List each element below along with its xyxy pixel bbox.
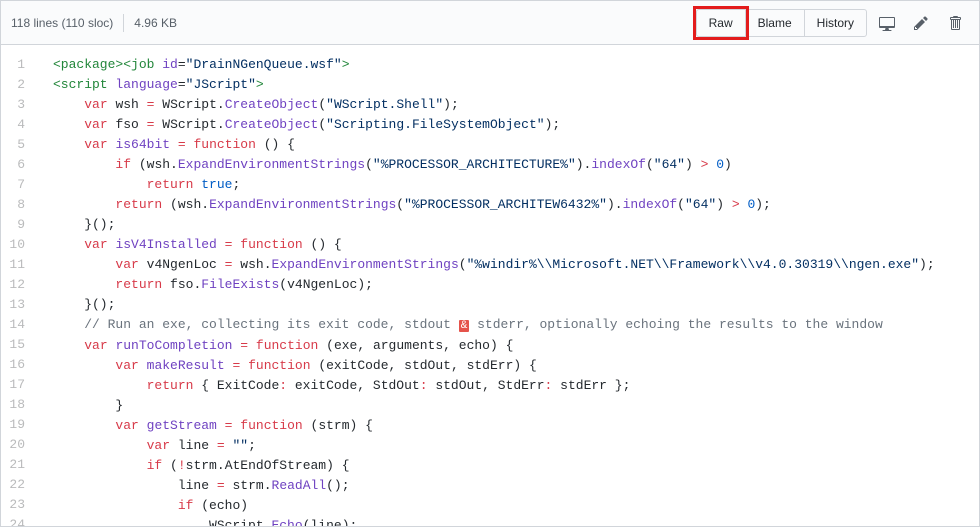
history-button-label: History bbox=[817, 16, 854, 30]
line-number[interactable]: 22 bbox=[1, 475, 35, 495]
raw-button[interactable]: Raw bbox=[696, 9, 746, 37]
code-line: }(); bbox=[43, 295, 979, 315]
line-number[interactable]: 20 bbox=[1, 435, 35, 455]
code-line: line = strm.ReadAll(); bbox=[43, 476, 979, 496]
line-number[interactable]: 21 bbox=[1, 455, 35, 475]
line-number[interactable]: 5 bbox=[1, 135, 35, 155]
line-number[interactable]: 13 bbox=[1, 295, 35, 315]
code-line: var isV4Installed = function () { bbox=[43, 235, 979, 255]
code-line: var runToCompletion = function (exe, arg… bbox=[43, 336, 979, 356]
pencil-icon[interactable] bbox=[907, 9, 935, 37]
line-number[interactable]: 15 bbox=[1, 335, 35, 355]
code-line: <package><job id="DrainNGenQueue.wsf"> bbox=[43, 55, 979, 75]
file-size: 4.96 KB bbox=[134, 16, 177, 30]
raw-button-label: Raw bbox=[709, 16, 733, 30]
line-number[interactable]: 1 bbox=[1, 55, 35, 75]
code-line: return (wsh.ExpandEnvironmentStrings("%P… bbox=[43, 195, 979, 215]
code-line: return true; bbox=[43, 175, 979, 195]
line-number[interactable]: 9 bbox=[1, 215, 35, 235]
code-line: } bbox=[43, 396, 979, 416]
blame-button-label: Blame bbox=[758, 16, 792, 30]
line-number[interactable]: 23 bbox=[1, 495, 35, 515]
file-info: 118 lines (110 sloc) 4.96 KB bbox=[11, 14, 177, 32]
line-number[interactable]: 3 bbox=[1, 95, 35, 115]
trash-icon[interactable] bbox=[941, 9, 969, 37]
code-line: // Run an exe, collecting its exit code,… bbox=[43, 315, 979, 336]
line-number[interactable]: 10 bbox=[1, 235, 35, 255]
line-number[interactable]: 18 bbox=[1, 395, 35, 415]
code-line: }(); bbox=[43, 215, 979, 235]
code-line: if (echo) bbox=[43, 496, 979, 516]
code-line: return fso.FileExists(v4NgenLoc); bbox=[43, 275, 979, 295]
line-number[interactable]: 17 bbox=[1, 375, 35, 395]
line-number[interactable]: 8 bbox=[1, 195, 35, 215]
file-view-container: 118 lines (110 sloc) 4.96 KB Raw Blame H… bbox=[0, 0, 980, 527]
code-line: <script language="JScript"> bbox=[43, 75, 979, 95]
line-number[interactable]: 16 bbox=[1, 355, 35, 375]
desktop-icon[interactable] bbox=[873, 9, 901, 37]
line-number[interactable]: 4 bbox=[1, 115, 35, 135]
file-header: 118 lines (110 sloc) 4.96 KB Raw Blame H… bbox=[1, 1, 979, 45]
line-number[interactable]: 11 bbox=[1, 255, 35, 275]
line-number[interactable]: 12 bbox=[1, 275, 35, 295]
history-button[interactable]: History bbox=[804, 9, 867, 37]
line-number[interactable]: 14 bbox=[1, 315, 35, 335]
code-line: var getStream = function (strm) { bbox=[43, 416, 979, 436]
line-number[interactable]: 6 bbox=[1, 155, 35, 175]
button-group: Raw Blame History bbox=[696, 9, 867, 37]
code-line: var wsh = WScript.CreateObject("WScript.… bbox=[43, 95, 979, 115]
line-number[interactable]: 24 bbox=[1, 515, 35, 526]
line-number[interactable]: 2 bbox=[1, 75, 35, 95]
line-count: 118 lines (110 sloc) bbox=[11, 16, 113, 30]
line-number-gutter: 123456789101112131415161718192021222324 bbox=[1, 45, 43, 526]
code-line: var fso = WScript.CreateObject("Scriptin… bbox=[43, 115, 979, 135]
line-number[interactable]: 19 bbox=[1, 415, 35, 435]
line-number[interactable]: 7 bbox=[1, 175, 35, 195]
code-line: if (!strm.AtEndOfStream) { bbox=[43, 456, 979, 476]
code-line: var makeResult = function (exitCode, std… bbox=[43, 356, 979, 376]
code-line: var v4NgenLoc = wsh.ExpandEnvironmentStr… bbox=[43, 255, 979, 275]
file-actions: Raw Blame History bbox=[696, 9, 969, 37]
code-content[interactable]: <package><job id="DrainNGenQueue.wsf"><s… bbox=[43, 45, 979, 526]
code-line: WScript.Echo(line); bbox=[43, 516, 979, 526]
blame-button[interactable]: Blame bbox=[745, 9, 805, 37]
code-line: var line = ""; bbox=[43, 436, 979, 456]
code-line: return { ExitCode: exitCode, StdOut: std… bbox=[43, 376, 979, 396]
code-line: if (wsh.ExpandEnvironmentStrings("%PROCE… bbox=[43, 155, 979, 175]
info-divider bbox=[123, 14, 124, 32]
code-line: var is64bit = function () { bbox=[43, 135, 979, 155]
code-area: 123456789101112131415161718192021222324 … bbox=[1, 45, 979, 526]
